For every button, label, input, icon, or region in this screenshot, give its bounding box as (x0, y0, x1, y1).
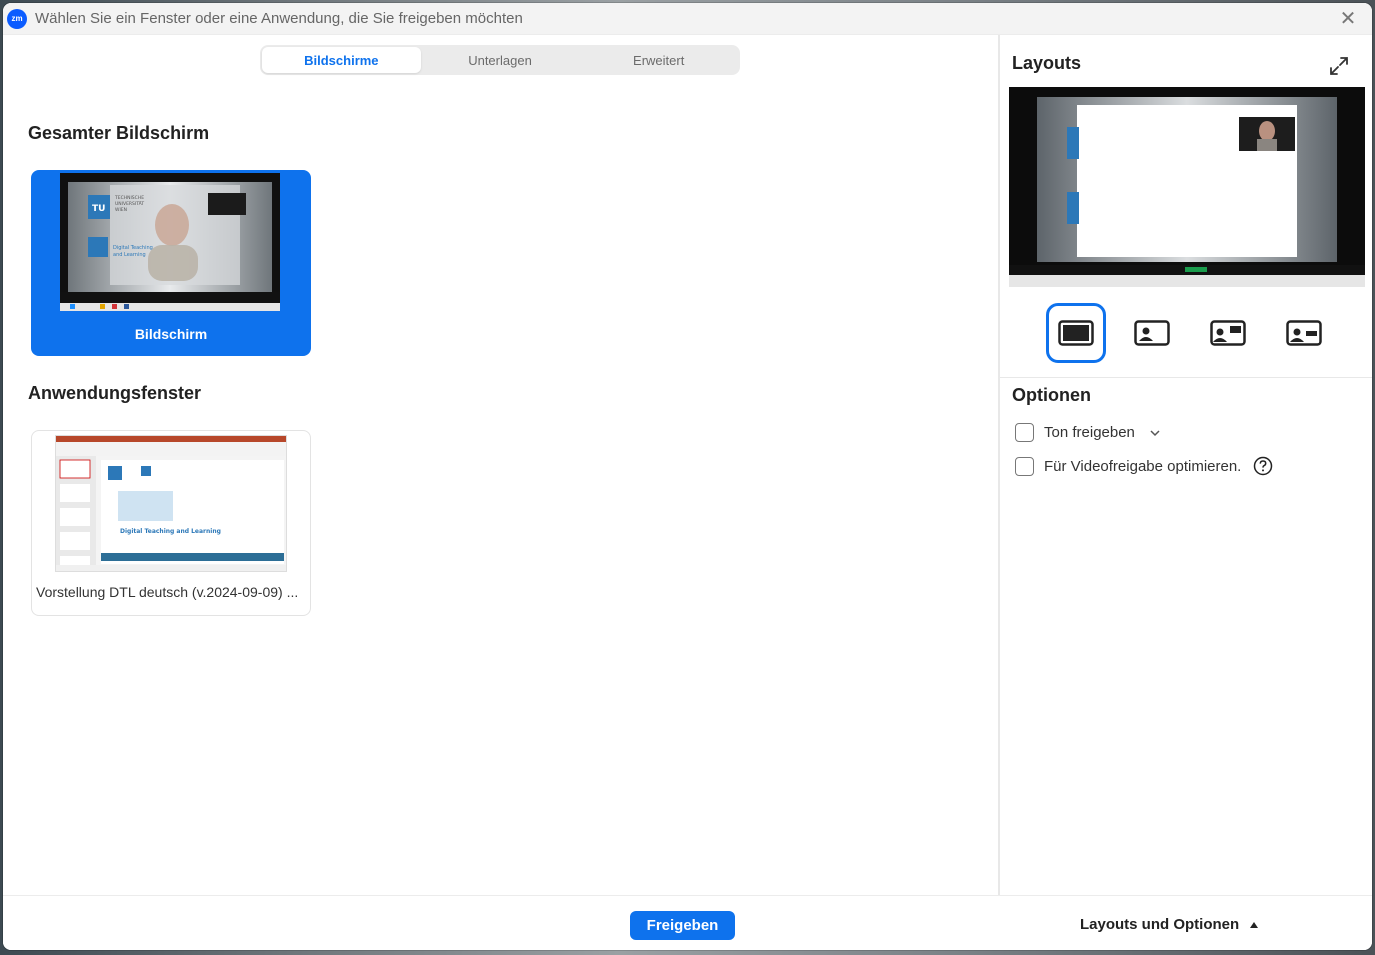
source-pane: Bildschirme Unterlagen Erweitert Gesamte… (3, 35, 998, 895)
app-window-label: Vorstellung DTL deutsch (v.2024-09-09) .… (36, 584, 299, 600)
tu-text-1: TECHNISCHE (114, 195, 144, 201)
layouts-heading: Layouts (1012, 53, 1082, 73)
slide-title: Digital Teaching and Learning (120, 528, 221, 535)
zoom-logo-icon: zm (7, 8, 27, 29)
dtl-text-1: Digital Teaching (113, 245, 153, 251)
layout-screen-only-button[interactable] (1046, 303, 1106, 363)
layout-side-video-button[interactable] (1122, 303, 1182, 363)
source-tabs: Bildschirme Unterlagen Erweitert (260, 45, 740, 75)
divider (1000, 377, 1372, 378)
screen-label: Bildschirm (134, 326, 208, 342)
apps-section-heading: Anwendungsfenster (28, 383, 202, 403)
tu-text-3: WIEN (115, 207, 127, 213)
layout-center-video-button[interactable] (1274, 303, 1334, 363)
layout-preview (1009, 87, 1365, 287)
app-thumbnail: Digital Teaching and Learning (55, 435, 287, 572)
chevron-down-icon[interactable] (1149, 427, 1161, 439)
share-dialog: zm Wählen Sie ein Fenster oder eine Anwe… (3, 3, 1372, 950)
screen-share-card[interactable]: TU TECHNISCHE UNIVERSITÄT WIEN Digital T… (31, 170, 311, 356)
layout-side-video-icon (1134, 320, 1170, 346)
layouts-options-pane: Layouts Optionen Ton freigeben Für Video… (998, 35, 1372, 895)
layout-preview-image (1009, 87, 1365, 287)
layouts-options-toggle[interactable]: Layouts und Optionen (1080, 916, 1259, 933)
tab-erweitert[interactable]: Erweitert (579, 47, 738, 73)
close-icon[interactable]: ✕ (1338, 9, 1358, 29)
tu-logo-text: TU (92, 204, 105, 214)
layout-top-right-video-button[interactable] (1198, 303, 1258, 363)
layouts-options-label: Layouts und Optionen (1080, 916, 1240, 933)
caret-up-icon (1250, 921, 1259, 928)
screen-thumbnail: TU TECHNISCHE UNIVERSITÄT WIEN Digital T… (60, 173, 280, 311)
screen-section-heading: Gesamter Bildschirm (28, 123, 210, 143)
share-audio-label[interactable]: Ton freigeben (1044, 424, 1135, 441)
layout-options (1046, 303, 1346, 363)
optimize-video-checkbox[interactable] (1015, 456, 1034, 476)
layout-top-right-video-icon (1210, 320, 1246, 346)
window-title: Wählen Sie ein Fenster oder eine Anwendu… (35, 10, 523, 27)
optimize-video-option: Für Videofreigabe optimieren. (1015, 456, 1273, 476)
share-audio-option: Ton freigeben (1015, 423, 1161, 442)
title-bar: zm Wählen Sie ein Fenster oder eine Anwe… (3, 3, 1372, 35)
share-button[interactable]: Freigeben (630, 911, 735, 940)
share-audio-checkbox[interactable] (1015, 423, 1034, 442)
tu-text-2: UNIVERSITÄT (115, 200, 144, 207)
expand-icon[interactable] (1328, 55, 1350, 77)
dtl-text-2: and Learning (113, 252, 146, 258)
options-heading: Optionen (1012, 385, 1091, 405)
tab-bildschirme[interactable]: Bildschirme (262, 47, 421, 73)
screen-preview-image: TU TECHNISCHE UNIVERSITÄT WIEN Digital T… (60, 173, 280, 311)
optimize-video-label[interactable]: Für Videofreigabe optimieren. (1044, 458, 1241, 475)
app-window-card[interactable]: Digital Teaching and Learning Vorstellun… (31, 430, 311, 616)
help-icon[interactable] (1253, 456, 1273, 476)
footer-bar: Freigeben Layouts und Optionen (3, 895, 1372, 950)
powerpoint-preview-image: Digital Teaching and Learning (56, 436, 286, 571)
layout-screen-only-icon (1058, 320, 1094, 346)
layout-center-video-icon (1286, 320, 1322, 346)
tab-unterlagen[interactable]: Unterlagen (421, 47, 580, 73)
